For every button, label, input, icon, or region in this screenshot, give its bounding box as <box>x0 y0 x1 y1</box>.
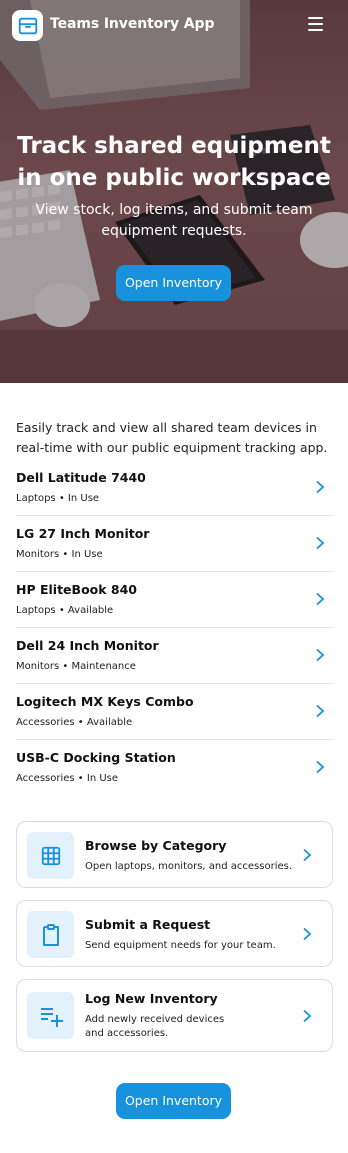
chevron-right-icon[interactable] <box>313 480 327 494</box>
chevron-right-icon[interactable] <box>300 848 314 862</box>
app-title: Teams Inventory App <box>50 16 215 32</box>
clipboard-icon <box>42 923 59 946</box>
item-category: Laptops <box>16 493 56 504</box>
item-category: Monitors <box>16 661 60 672</box>
hero-title: Track shared equipment in one public wor… <box>0 130 348 194</box>
chevron-right-icon[interactable] <box>300 927 314 941</box>
item-status: Maintenance <box>71 661 136 672</box>
item-status: In Use <box>86 773 119 784</box>
card-title: Browse by Category <box>85 838 227 853</box>
list-item[interactable]: Logitech MX Keys Combo Accessories • Ava… <box>16 684 333 740</box>
item-status: Available <box>67 605 114 616</box>
card-icon-container <box>27 832 74 879</box>
inventory-list: Dell Latitude 7440 Laptops • In Use LG 2… <box>16 460 333 796</box>
list-item[interactable]: USB-C Docking Station Accessories • In U… <box>16 740 333 796</box>
hamburger-menu-icon[interactable] <box>308 17 330 35</box>
hero-section: Teams Inventory App Track shared equipme… <box>0 0 348 383</box>
chevron-right-icon[interactable] <box>313 760 327 774</box>
card-title: Log New Inventory <box>85 991 218 1006</box>
log-inventory-card[interactable]: Log New Inventory Add newly received dev… <box>16 979 333 1052</box>
hero-subtitle: View stock, log items, and submit team e… <box>35 202 313 239</box>
item-status: In Use <box>71 549 103 560</box>
card-title: Submit a Request <box>85 917 211 932</box>
item-category: Laptops <box>16 605 56 616</box>
hero-title-line-2: in one public workspace <box>17 165 331 191</box>
item-category: Accessories <box>16 717 75 728</box>
card-description-line-2: and accessories. <box>85 1028 169 1039</box>
chevron-right-icon[interactable] <box>313 536 327 550</box>
box-icon <box>18 17 37 34</box>
chevron-right-icon[interactable] <box>313 704 327 718</box>
open-inventory-button[interactable]: Open Inventory <box>116 265 231 301</box>
hero-content: Track shared equipment in one public wor… <box>0 130 348 242</box>
card-icon-container <box>27 992 74 1039</box>
open-inventory-bottom-button[interactable]: Open Inventory <box>116 1083 231 1119</box>
intro-text: Easily track and view all shared team de… <box>16 420 328 455</box>
item-name: Logitech MX Keys Combo <box>16 694 194 709</box>
app-logo[interactable] <box>12 10 43 41</box>
card-description-line-1: Add newly received devices <box>85 1014 225 1025</box>
item-status: Available <box>86 717 133 728</box>
item-name: USB-C Docking Station <box>16 750 176 765</box>
list-item[interactable]: HP EliteBook 840 Laptops • Available <box>16 572 333 628</box>
item-name: Dell 24 Inch Monitor <box>16 638 159 653</box>
browse-category-card[interactable]: Browse by Category Open laptops, monitor… <box>16 821 333 888</box>
list-item[interactable]: Dell 24 Inch Monitor Monitors • Maintena… <box>16 628 333 684</box>
item-name: Dell Latitude 7440 <box>16 470 146 485</box>
item-meta: Laptops • Available <box>16 605 114 616</box>
card-description: Add newly received devices and accessori… <box>85 1013 295 1041</box>
list-item[interactable]: LG 27 Inch Monitor Monitors • In Use <box>16 516 333 572</box>
list-add-icon <box>40 1007 63 1027</box>
grid-icon <box>41 846 60 865</box>
item-category: Accessories <box>16 773 75 784</box>
chevron-right-icon[interactable] <box>313 592 327 606</box>
top-navigation-bar: Teams Inventory App <box>0 0 348 52</box>
item-status: In Use <box>67 493 100 504</box>
item-meta: Accessories • In Use <box>16 773 119 784</box>
item-name: HP EliteBook 840 <box>16 582 137 597</box>
list-item[interactable]: Dell Latitude 7440 Laptops • In Use <box>16 460 333 516</box>
card-icon-container <box>27 911 74 958</box>
chevron-right-icon[interactable] <box>300 1009 314 1023</box>
hero-title-line-1: Track shared equipment <box>17 133 331 159</box>
item-name: LG 27 Inch Monitor <box>16 526 150 541</box>
chevron-right-icon[interactable] <box>313 648 327 662</box>
item-meta: Monitors • Maintenance <box>16 661 136 672</box>
card-description: Send equipment needs for your team. <box>85 940 276 951</box>
item-category: Monitors <box>16 549 60 560</box>
item-meta: Monitors • In Use <box>16 549 103 560</box>
item-meta: Accessories • Available <box>16 717 133 728</box>
item-meta: Laptops • In Use <box>16 493 100 504</box>
card-description: Open laptops, monitors, and accessories. <box>85 861 293 872</box>
submit-request-card[interactable]: Submit a Request Send equipment needs fo… <box>16 900 333 967</box>
